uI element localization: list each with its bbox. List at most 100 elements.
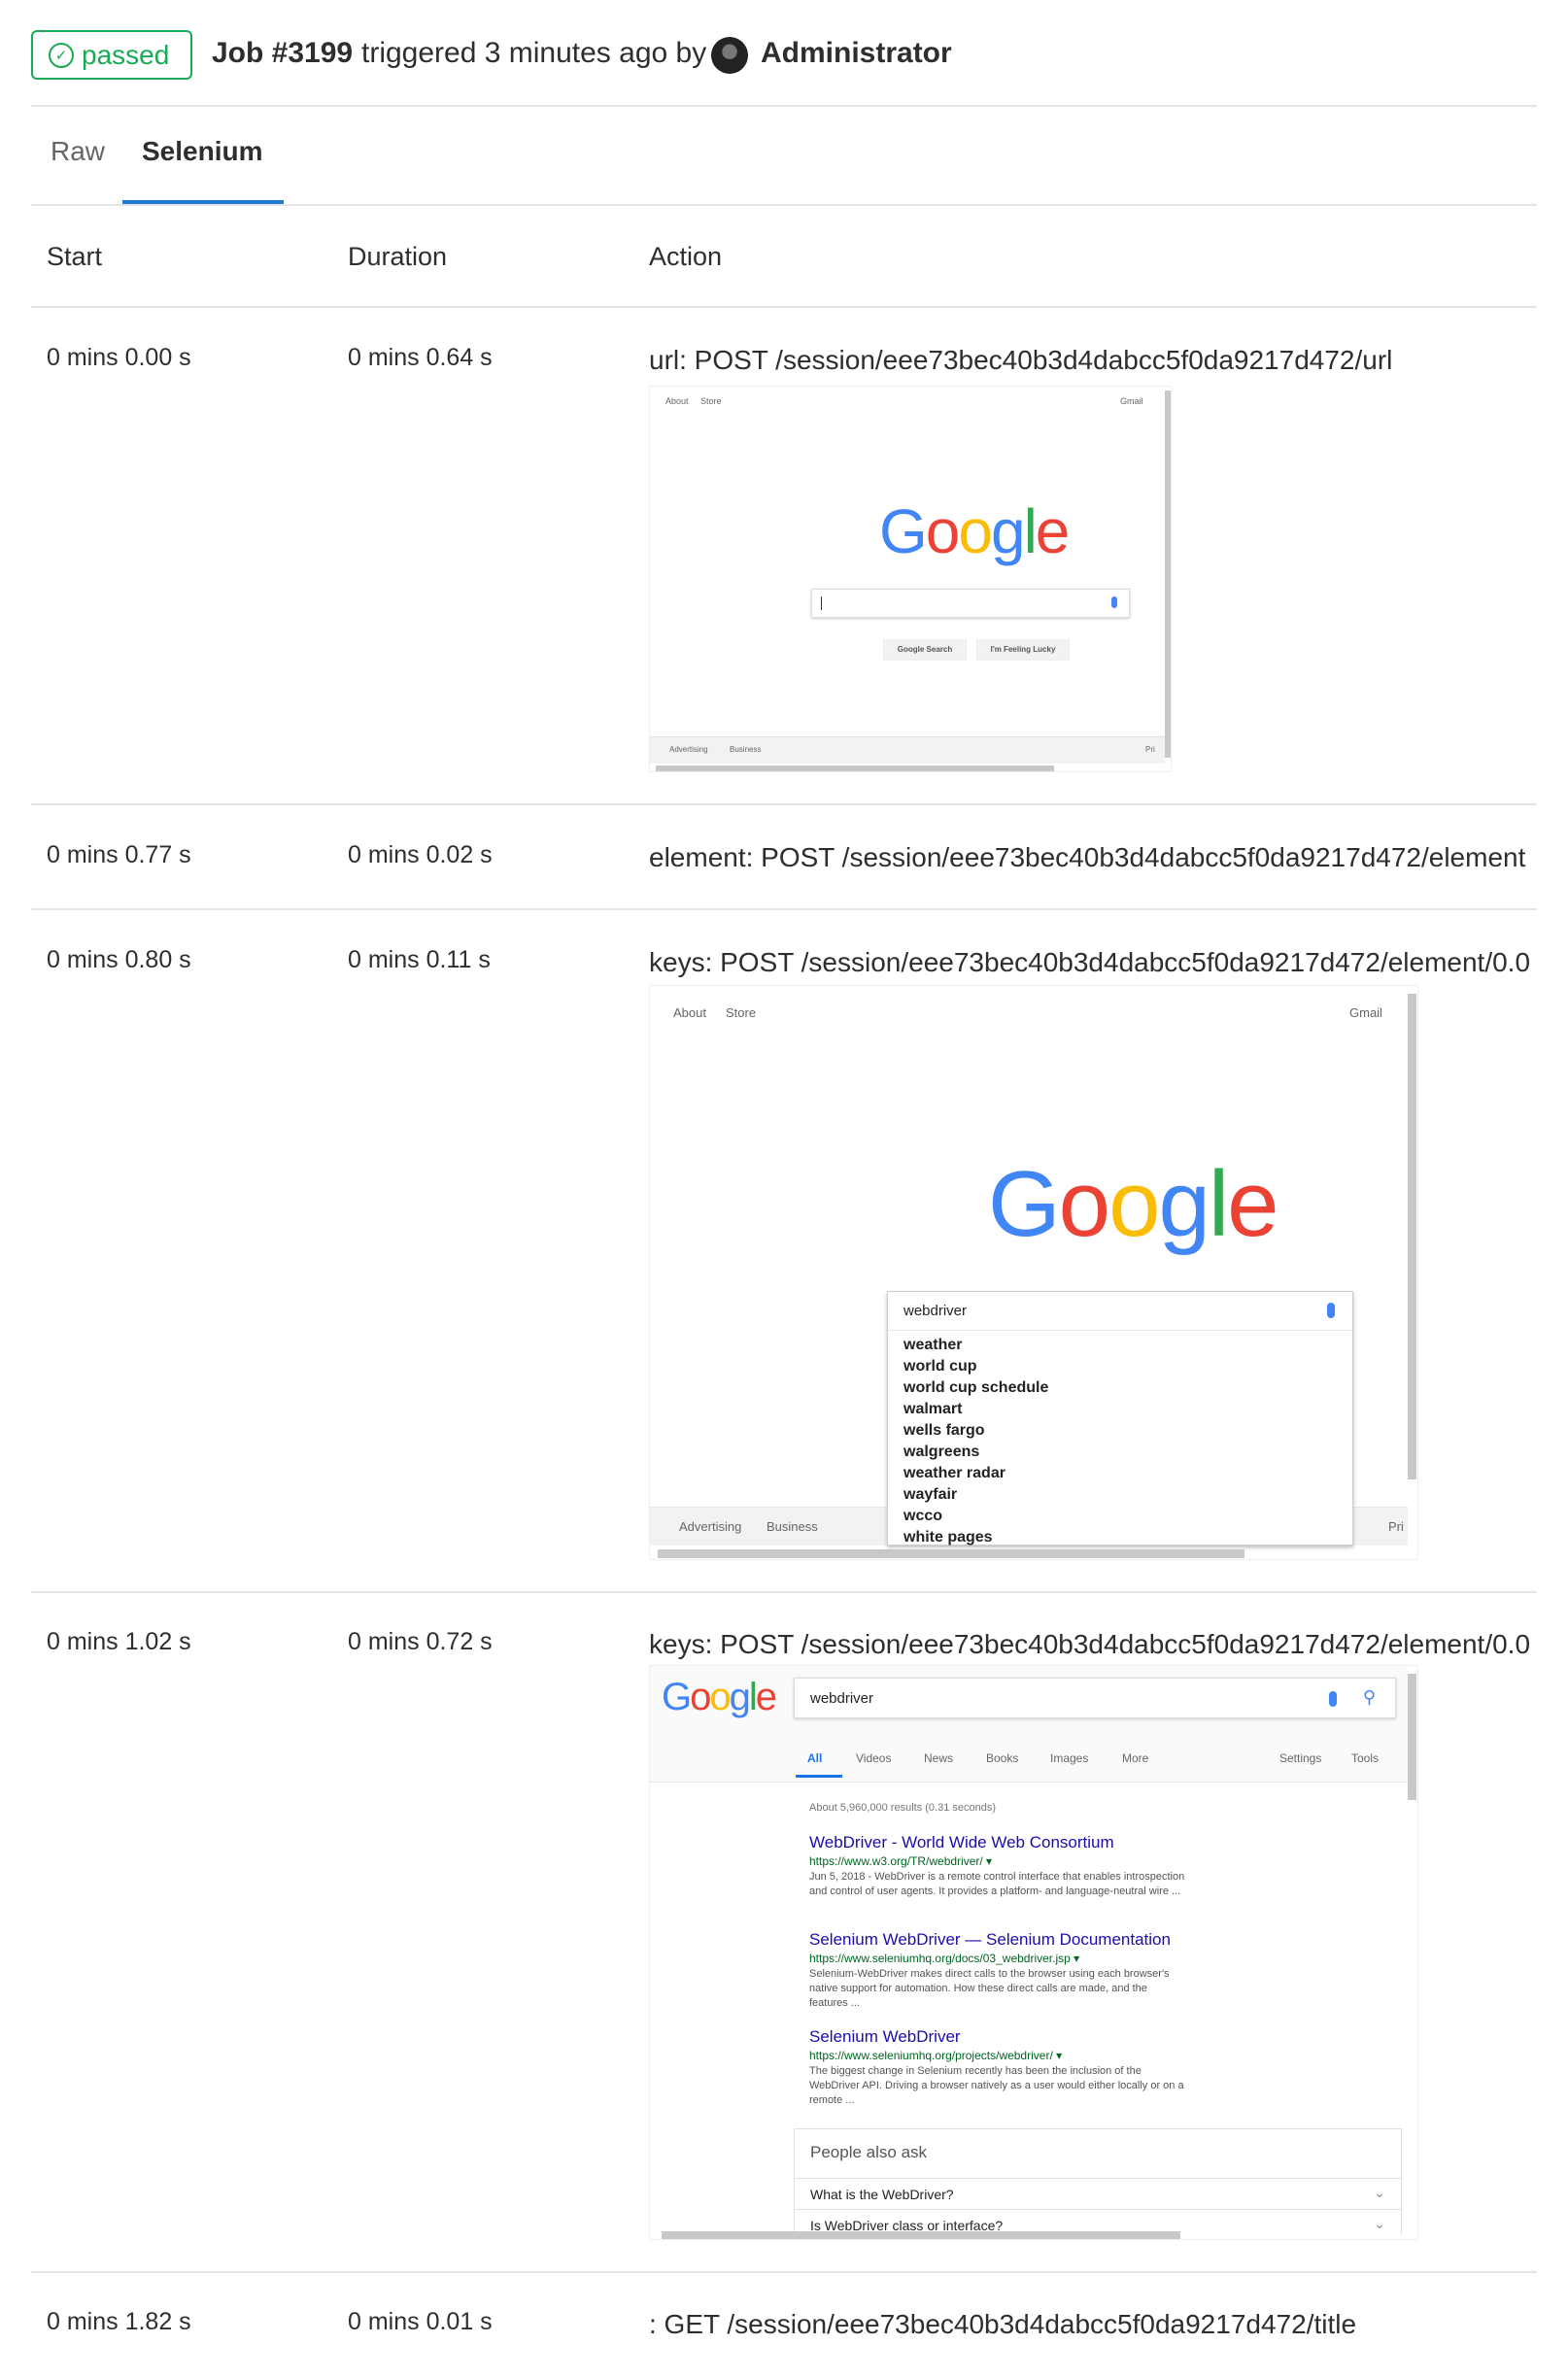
result-title[interactable]: Selenium WebDriver — Selenium Documentat… bbox=[809, 1930, 1171, 1950]
tab-selenium[interactable]: Selenium bbox=[142, 136, 262, 167]
divider bbox=[31, 204, 1537, 206]
suggestion-item[interactable]: walmart bbox=[903, 1401, 962, 1418]
status-badge: ✓ passed bbox=[31, 30, 192, 80]
nav-gmail: Gmail bbox=[1349, 1005, 1382, 1020]
autocomplete-box[interactable]: webdriver weather world cup world cup sc… bbox=[887, 1291, 1353, 1546]
column-header-action: Action bbox=[649, 242, 723, 271]
row-duration: 0 mins 0.11 s bbox=[348, 946, 491, 973]
row-duration: 0 mins 0.01 s bbox=[348, 2308, 493, 2335]
result-url[interactable]: https://www.w3.org/TR/webdriver/ ▾ bbox=[809, 1854, 992, 1868]
row-duration: 0 mins 0.64 s bbox=[348, 344, 493, 371]
search-input[interactable]: webdriver bbox=[888, 1292, 1352, 1331]
row-action: keys: POST /session/eee73bec40b3d4dabcc5… bbox=[649, 947, 1531, 977]
tab-raw[interactable]: Raw bbox=[51, 136, 105, 167]
tab-more[interactable]: More bbox=[1122, 1751, 1148, 1765]
status-label: passed bbox=[82, 39, 170, 70]
footer-advertising: Advertising bbox=[679, 1519, 742, 1534]
check-circle-icon: ✓ bbox=[49, 42, 74, 68]
feeling-lucky-button[interactable]: I'm Feeling Lucky bbox=[976, 639, 1070, 661]
row-action: : GET /session/eee73bec40b3d4dabcc5f0da9… bbox=[649, 2309, 1357, 2339]
divider bbox=[31, 1591, 1537, 1593]
row-start: 0 mins 0.80 s bbox=[47, 946, 191, 973]
chevron-down-icon[interactable]: ⌄ bbox=[1374, 2216, 1385, 2232]
footer-privacy: Pri bbox=[1145, 745, 1155, 754]
search-icon[interactable]: ⚲ bbox=[1363, 1687, 1376, 1708]
result-url[interactable]: https://www.seleniumhq.org/projects/webd… bbox=[809, 2049, 1062, 2062]
google-logo: Google bbox=[988, 1152, 1279, 1256]
suggestion-item[interactable]: weather bbox=[903, 1337, 962, 1354]
tab-images[interactable]: Images bbox=[1050, 1751, 1088, 1765]
vertical-scrollbar[interactable] bbox=[1408, 994, 1416, 1479]
row-action: url: POST /session/eee73bec40b3d4dabcc5f… bbox=[649, 345, 1393, 375]
settings-link[interactable]: Settings bbox=[1279, 1751, 1321, 1765]
result-url[interactable]: https://www.seleniumhq.org/docs/03_webdr… bbox=[809, 1952, 1079, 1965]
tools-link[interactable]: Tools bbox=[1351, 1751, 1379, 1765]
microphone-icon[interactable] bbox=[1327, 1303, 1335, 1318]
suggestion-item[interactable]: white pages bbox=[903, 1529, 993, 1546]
footer-business: Business bbox=[730, 745, 762, 754]
row-duration: 0 mins 0.72 s bbox=[348, 1628, 493, 1655]
chevron-down-icon[interactable]: ⌄ bbox=[1374, 2185, 1385, 2201]
user-name[interactable]: Administrator bbox=[761, 37, 952, 70]
suggestion-item[interactable]: wayfair bbox=[903, 1486, 957, 1504]
search-input[interactable]: webdriver ⚲ bbox=[794, 1678, 1396, 1718]
result-snippet: The biggest change in Selenium recently … bbox=[809, 2065, 1184, 2106]
result-title[interactable]: Selenium WebDriver bbox=[809, 2027, 961, 2047]
result-snippet: Jun 5, 2018 - WebDriver is a remote cont… bbox=[809, 1871, 1185, 1897]
screenshot-google-home[interactable]: About Store Gmail Google Google Search I… bbox=[649, 386, 1172, 772]
paa-heading: People also ask bbox=[810, 2143, 928, 2161]
suggestion-item[interactable]: wells fargo bbox=[903, 1422, 985, 1440]
row-action: element: POST /session/eee73bec40b3d4dab… bbox=[649, 842, 1526, 872]
paa-question-text: What is the WebDriver? bbox=[810, 2187, 954, 2202]
row-start: 0 mins 0.00 s bbox=[47, 344, 191, 371]
google-search-button[interactable]: Google Search bbox=[883, 639, 967, 661]
search-query: webdriver bbox=[903, 1303, 968, 1319]
divider bbox=[31, 105, 1537, 107]
footer-privacy: Pri bbox=[1388, 1519, 1404, 1534]
search-input[interactable] bbox=[811, 589, 1130, 618]
tab-all[interactable]: All bbox=[807, 1751, 822, 1765]
nav-gmail: Gmail bbox=[1120, 396, 1143, 406]
vertical-scrollbar[interactable] bbox=[1165, 391, 1171, 758]
triggered-text: triggered 3 minutes ago by bbox=[361, 37, 707, 69]
nav-about: About bbox=[673, 1005, 706, 1020]
result-title[interactable]: WebDriver - World Wide Web Consortium bbox=[809, 1833, 1114, 1852]
divider bbox=[31, 306, 1537, 308]
suggestion-item[interactable]: world cup bbox=[903, 1358, 977, 1376]
nav-store: Store bbox=[726, 1005, 757, 1020]
microphone-icon[interactable] bbox=[1111, 596, 1117, 608]
paa-question[interactable]: What is the WebDriver? ⌄ bbox=[795, 2178, 1401, 2209]
row-duration: 0 mins 0.02 s bbox=[348, 841, 493, 868]
row-action: keys: POST /session/eee73bec40b3d4dabcc5… bbox=[649, 1629, 1531, 1659]
google-logo[interactable]: Google bbox=[662, 1676, 777, 1719]
vertical-scrollbar[interactable] bbox=[1408, 1674, 1416, 1800]
active-tab-indicator bbox=[796, 1775, 842, 1778]
row-start: 0 mins 0.77 s bbox=[47, 841, 191, 868]
page-footer: Advertising Business Pri bbox=[650, 736, 1165, 764]
divider bbox=[31, 803, 1537, 805]
tab-videos[interactable]: Videos bbox=[856, 1751, 891, 1765]
horizontal-scrollbar[interactable] bbox=[662, 2231, 1180, 2239]
suggestion-item[interactable]: world cup schedule bbox=[903, 1379, 1048, 1397]
nav-store: Store bbox=[700, 396, 722, 406]
nav-about: About bbox=[665, 396, 689, 406]
horizontal-scrollbar[interactable] bbox=[656, 765, 1054, 771]
suggestion-item[interactable]: wcco bbox=[903, 1508, 942, 1525]
suggestion-item[interactable]: walgreens bbox=[903, 1444, 979, 1461]
screenshot-google-autocomplete[interactable]: About Store Gmail Google Advertising Bus… bbox=[649, 985, 1418, 1560]
avatar[interactable] bbox=[711, 37, 748, 74]
divider bbox=[31, 2271, 1537, 2273]
row-start: 0 mins 1.02 s bbox=[47, 1628, 191, 1655]
row-start: 0 mins 1.82 s bbox=[47, 2308, 191, 2335]
job-id[interactable]: Job #3199 bbox=[212, 37, 353, 70]
screenshot-google-results[interactable]: Google webdriver ⚲ All Videos News Books… bbox=[649, 1665, 1418, 2240]
people-also-ask: People also ask What is the WebDriver? ⌄… bbox=[794, 2128, 1402, 2235]
column-header-start: Start bbox=[47, 242, 103, 271]
column-header-duration: Duration bbox=[348, 242, 448, 271]
result-stats: About 5,960,000 results (0.31 seconds) bbox=[809, 1802, 997, 1814]
tab-news[interactable]: News bbox=[924, 1751, 953, 1765]
horizontal-scrollbar[interactable] bbox=[658, 1549, 1244, 1558]
microphone-icon[interactable] bbox=[1329, 1691, 1337, 1707]
suggestion-item[interactable]: weather radar bbox=[903, 1465, 1006, 1482]
tab-books[interactable]: Books bbox=[986, 1751, 1018, 1765]
